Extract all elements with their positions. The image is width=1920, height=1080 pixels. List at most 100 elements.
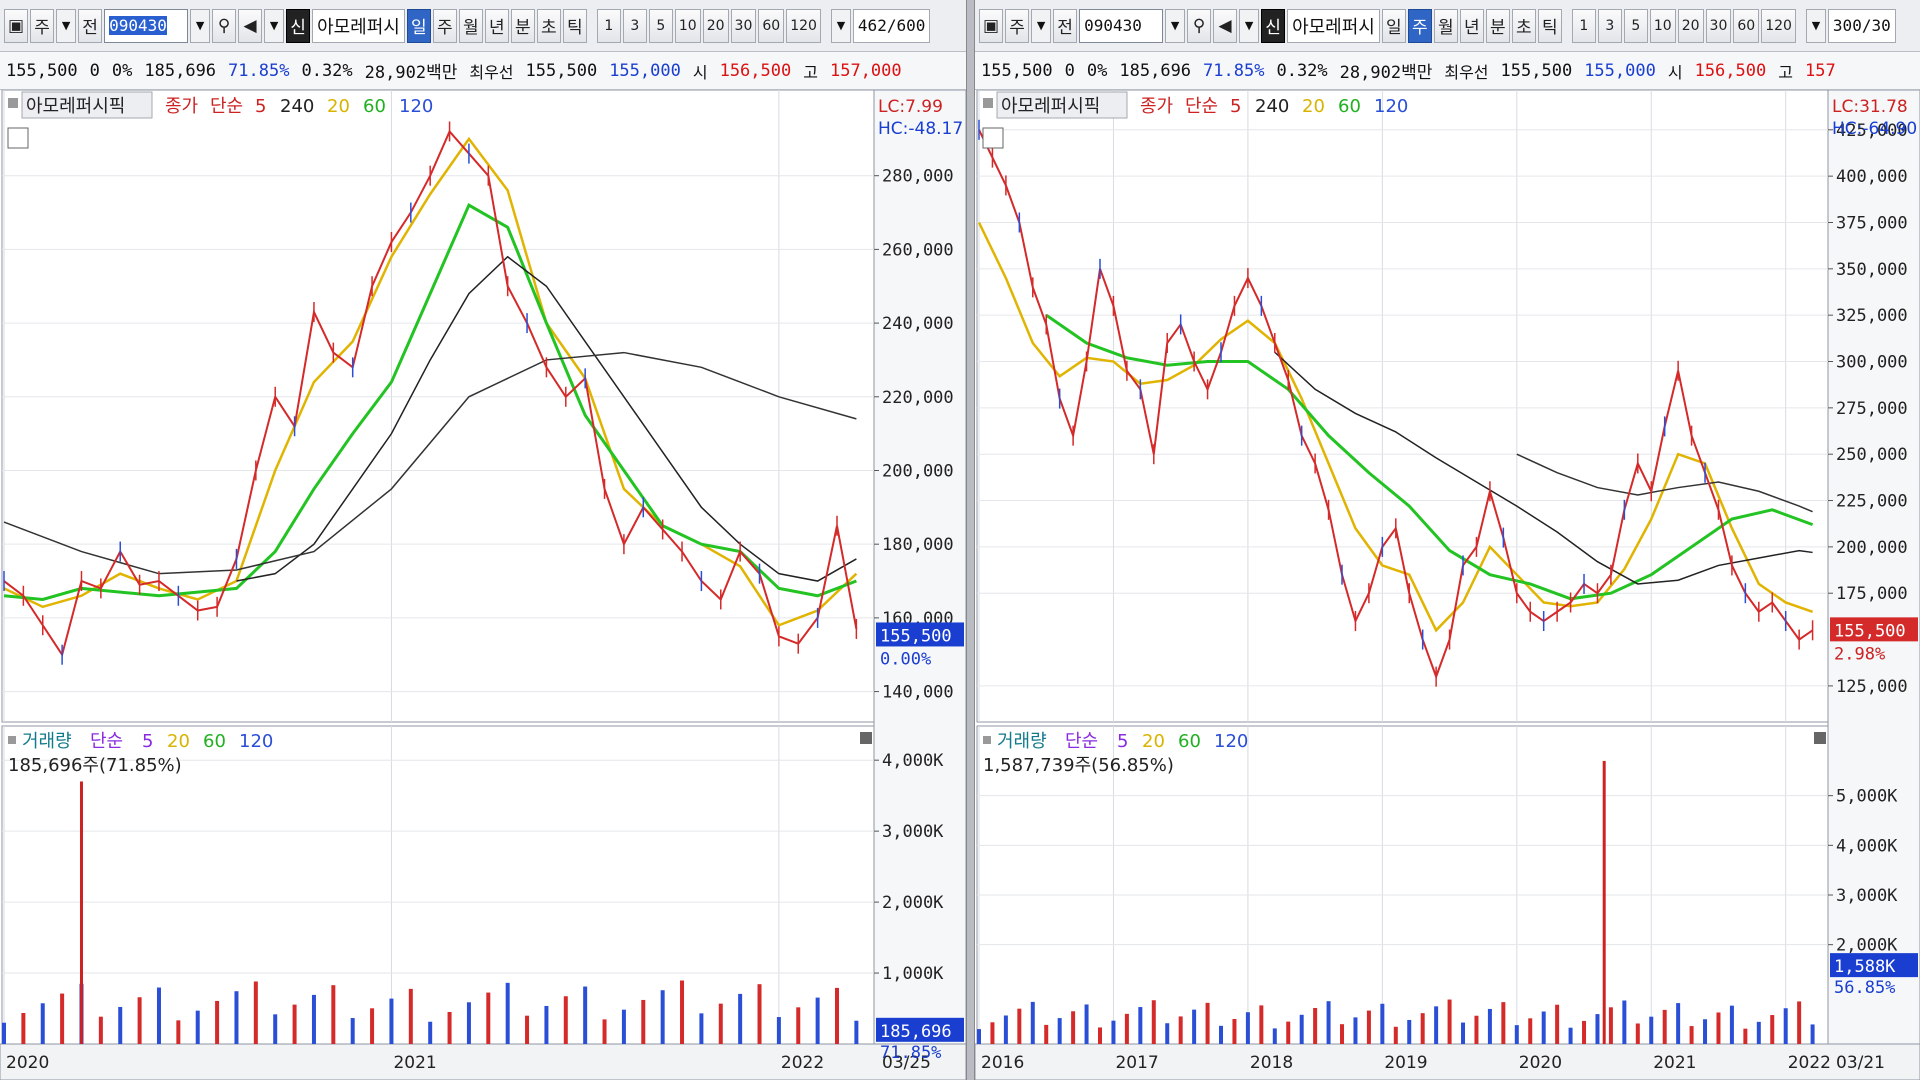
x-tick-label: 2022 <box>1788 1053 1831 1073</box>
prev-button[interactable]: 전 <box>1053 8 1078 43</box>
volume-bar <box>757 984 762 1044</box>
interval-button[interactable]: 5 <box>1623 8 1648 43</box>
interval-button[interactable]: 3 <box>622 8 647 43</box>
volume-bar <box>176 1020 181 1044</box>
volume-bar <box>990 1022 995 1044</box>
interval-button[interactable]: 10 <box>1649 8 1676 43</box>
chart-area[interactable]: 280,000 260,000 240,000 220,000 200,000 180,0… <box>0 90 966 1080</box>
interval-button[interactable]: 1 <box>596 8 621 43</box>
close-icon[interactable] <box>860 732 872 744</box>
volume-bar <box>1151 1000 1156 1044</box>
volume-bar <box>1393 1026 1398 1044</box>
speaker-icon[interactable]: ◀ <box>238 8 263 43</box>
code-input[interactable]: 090430 <box>1079 8 1164 43</box>
volume-bar <box>680 980 685 1044</box>
legend-ma-60: 60 <box>363 96 386 117</box>
bar-count-value: 300 <box>1832 16 1862 35</box>
speaker-dropdown-icon[interactable]: ▼ <box>264 8 285 43</box>
speaker-dropdown-icon[interactable]: ▼ <box>1239 8 1260 43</box>
hc-label: HC:-64.90 <box>1832 119 1917 139</box>
layout-icon[interactable]: ▣ <box>979 8 1004 43</box>
grid-toggle-icon[interactable] <box>7 127 29 149</box>
period-tab[interactable]: 주 <box>1407 8 1432 43</box>
code-input[interactable]: 090430 <box>104 8 189 43</box>
period-tab[interactable]: 월 <box>458 8 483 43</box>
grid-toggle-icon[interactable] <box>982 127 1004 149</box>
volume-bar <box>1003 1015 1008 1044</box>
stock-name[interactable]: 아모레퍼시 <box>312 8 405 43</box>
search-icon[interactable]: ⚲ <box>212 8 237 43</box>
interval-button[interactable]: 20 <box>1677 8 1704 43</box>
volume-tick-label: 3,000K <box>882 822 944 842</box>
volume-legend-ma-5: 5 <box>1117 731 1128 752</box>
volume-bar <box>1783 1008 1788 1044</box>
price-tick-label: 180,000 <box>882 535 954 555</box>
volume-bar <box>718 1003 723 1044</box>
interval-dropdown-icon[interactable]: ▼ <box>830 8 851 43</box>
interval-button[interactable]: 30 <box>1705 8 1732 43</box>
legend-ma-20: 20 <box>327 96 350 117</box>
chevron-down-icon[interactable]: ▼ <box>56 8 77 43</box>
interval-button[interactable]: 3 <box>1597 8 1622 43</box>
tick-unit-tab[interactable]: 틱 <box>562 8 587 43</box>
bar-count[interactable]: 300/30 <box>1827 8 1896 43</box>
volume-bar <box>1124 1013 1129 1044</box>
interval-button[interactable]: 1 <box>1571 8 1596 43</box>
price-tick-label: 220,000 <box>882 388 954 408</box>
interval-button[interactable]: 120 <box>786 8 821 43</box>
volume-bar <box>1326 1001 1331 1044</box>
volume-bar <box>1541 1011 1546 1044</box>
interval-dropdown-icon[interactable]: ▼ <box>1805 8 1826 43</box>
price-tick-label: 175,000 <box>1836 584 1908 604</box>
search-icon[interactable]: ⚲ <box>1187 8 1212 43</box>
legend-ma-5: 5 <box>255 96 266 117</box>
volume-bar <box>447 1012 452 1044</box>
interval-button[interactable]: 5 <box>648 8 673 43</box>
stock-name[interactable]: 아모레퍼시 <box>1287 8 1380 43</box>
interval-button[interactable]: 60 <box>1733 8 1760 43</box>
prev-button[interactable]: 전 <box>78 8 103 43</box>
close-icon[interactable] <box>1814 732 1826 744</box>
period-tab[interactable]: 일 <box>406 8 431 43</box>
volume-bar <box>253 981 258 1044</box>
volume-bar <box>2 1022 6 1044</box>
tick-unit-tab[interactable]: 초 <box>1511 8 1536 43</box>
tick-unit-tab[interactable]: 초 <box>536 8 561 43</box>
volume-bar <box>1608 1007 1613 1044</box>
volume-bar <box>234 991 239 1044</box>
high-price: 157 <box>1804 60 1836 81</box>
period-tab[interactable]: 일 <box>1381 8 1406 43</box>
legend-simple: 단순 <box>210 96 243 117</box>
market-select[interactable]: 주 <box>1005 8 1030 43</box>
volume-pct-label: 56.85% <box>1834 978 1895 998</box>
chevron-down-icon[interactable]: ▼ <box>1031 8 1052 43</box>
tick-unit-tab[interactable]: 틱 <box>1537 8 1562 43</box>
layout-icon[interactable]: ▣ <box>4 8 29 43</box>
period-tab[interactable]: 주 <box>432 8 457 43</box>
period-tab[interactable]: 년 <box>1459 8 1484 43</box>
code-value: 090430 <box>1084 16 1142 35</box>
bar-count[interactable]: 462/600 <box>852 8 931 43</box>
tick-unit-tab[interactable]: 분 <box>1485 8 1510 43</box>
interval-button[interactable]: 10 <box>674 8 701 43</box>
period-tab[interactable]: 월 <box>1433 8 1458 43</box>
interval-button[interactable]: 60 <box>758 8 785 43</box>
code-dropdown-icon[interactable]: ▼ <box>190 8 211 43</box>
tick-unit-tab[interactable]: 분 <box>510 8 535 43</box>
volume-spike-bar <box>1602 760 1606 1044</box>
volume-bar <box>621 1009 626 1044</box>
market-select[interactable]: 주 <box>30 8 55 43</box>
volume-bar <box>1192 1009 1197 1044</box>
chart-area[interactable]: 425,000400,000375,000350,000325,000300,0… <box>975 90 1920 1080</box>
code-dropdown-icon[interactable]: ▼ <box>1165 8 1186 43</box>
volume-bar <box>1797 1001 1802 1044</box>
period-tab[interactable]: 년 <box>484 8 509 43</box>
interval-button[interactable]: 20 <box>702 8 729 43</box>
interval-button[interactable]: 30 <box>730 8 757 43</box>
price-tick-label: 140,000 <box>882 683 954 703</box>
price-tick-label: 240,000 <box>882 314 954 334</box>
interval-button[interactable]: 120 <box>1761 8 1796 43</box>
speaker-icon[interactable]: ◀ <box>1213 8 1238 43</box>
panel-divider[interactable] <box>966 0 975 1080</box>
price-tick-label: 325,000 <box>1836 306 1908 326</box>
